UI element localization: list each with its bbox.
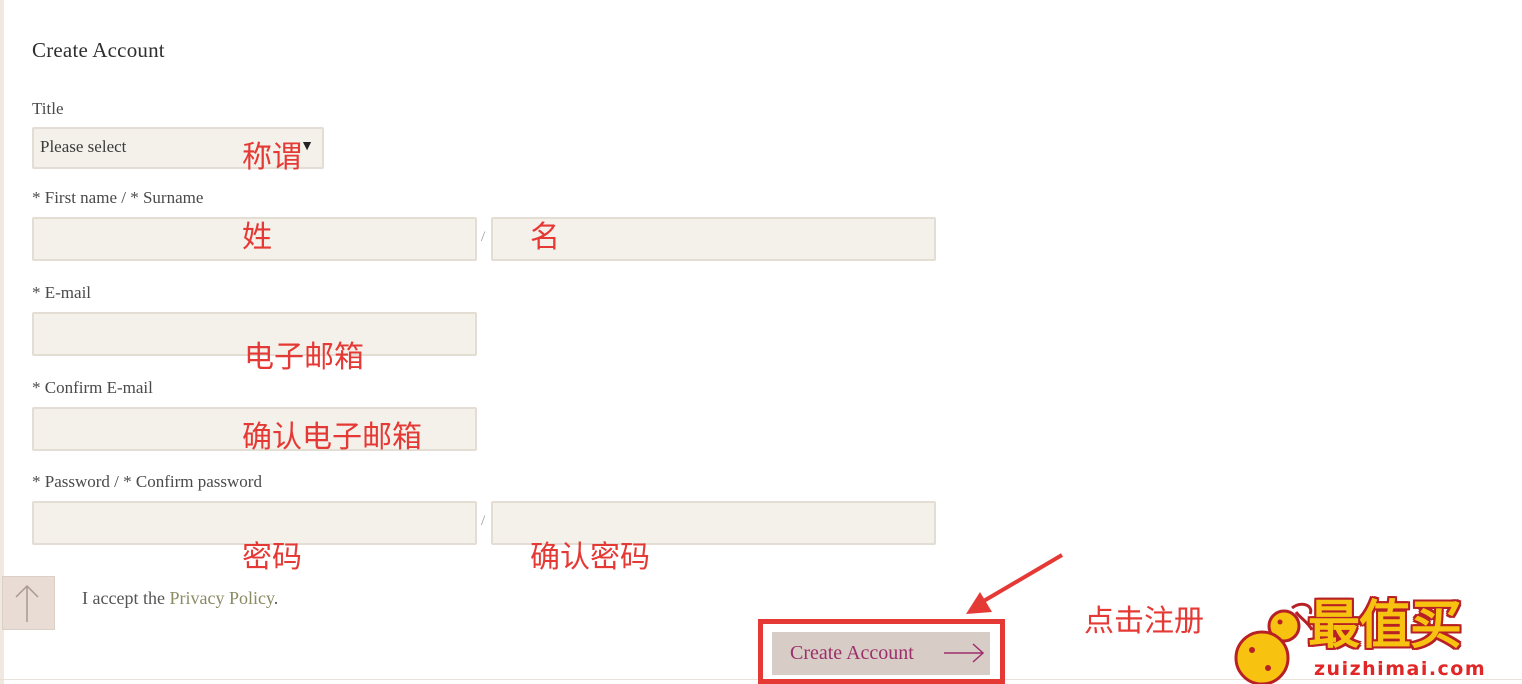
- arrow-right-icon: [944, 643, 985, 663]
- annotation-surname: 名: [530, 220, 560, 255]
- scroll-top-button[interactable]: [2, 576, 55, 630]
- password-input[interactable]: [32, 501, 477, 545]
- privacy-policy-link[interactable]: Privacy Policy: [169, 588, 273, 608]
- password-label: * Password / * Confirm password: [32, 472, 262, 491]
- email-label: * E-mail: [32, 283, 92, 302]
- annotation-confirm-email: 确认电子邮箱: [242, 420, 422, 455]
- logo-domain: zuizhimai.com: [1314, 658, 1487, 680]
- confirm-email-label: * Confirm E-mail: [32, 378, 153, 397]
- pointer-arrow-icon: [966, 553, 1064, 614]
- password-separator: /: [481, 513, 486, 529]
- annotation-password: 密码: [242, 540, 302, 575]
- create-account-button[interactable]: Create Account: [772, 632, 990, 675]
- privacy-consent: I accept the Privacy Policy.: [82, 588, 278, 609]
- annotation-email: 电子邮箱: [244, 340, 364, 375]
- zuizhimai-logo: 最值买 zuizhimai.com: [1232, 600, 1522, 684]
- annotation-first-name: 姓: [242, 220, 272, 255]
- create-account-label: Create Account: [790, 642, 914, 664]
- annotation-click-register: 点击注册: [1084, 604, 1204, 639]
- confirm-password-input[interactable]: [491, 501, 936, 545]
- arrow-up-icon: [15, 584, 39, 622]
- annotation-title: 称谓: [242, 140, 302, 175]
- page-title: Create Account: [32, 38, 165, 62]
- annotation-confirm-password: 确认密码: [530, 540, 650, 575]
- title-select-value: Please select: [40, 137, 127, 156]
- privacy-suffix: .: [273, 588, 279, 608]
- gourd-icon: [1234, 602, 1314, 684]
- logo-title: 最值买: [1308, 596, 1462, 656]
- name-separator: /: [481, 229, 486, 245]
- name-label: * First name / * Surname: [32, 188, 204, 207]
- caret-down-icon: ▼: [300, 139, 314, 154]
- title-label: Title: [32, 99, 64, 118]
- privacy-prefix: I accept the: [82, 588, 170, 608]
